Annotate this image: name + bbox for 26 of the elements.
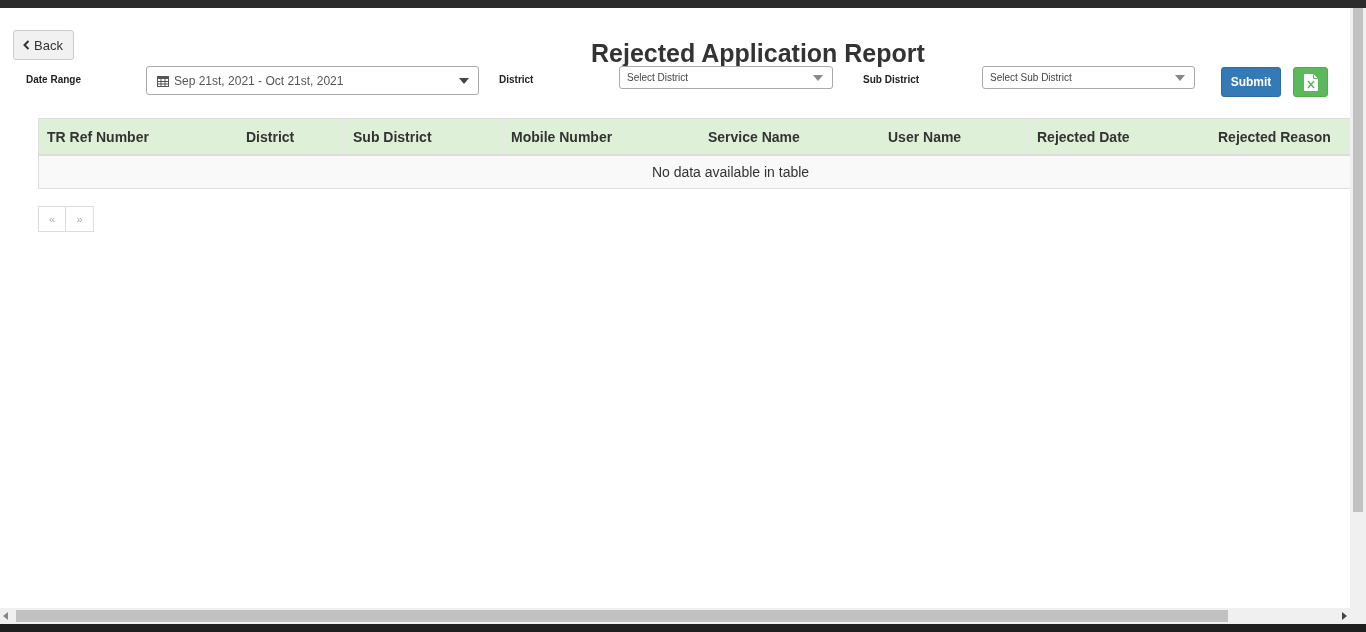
back-button[interactable]: Back xyxy=(13,30,74,60)
vertical-scrollbar[interactable] xyxy=(1350,8,1366,608)
filter-label: Date Range xyxy=(26,74,82,85)
select-dropdown[interactable]: Select Sub District xyxy=(982,66,1195,89)
column-header: TR Ref Number xyxy=(46,127,150,147)
page-title: Rejected Application Report xyxy=(590,39,926,68)
column-header: User Name xyxy=(879,119,1028,154)
spreadsheet-file-icon xyxy=(1303,73,1318,91)
column-header: Rejected Date xyxy=(1028,119,1209,154)
horizontal-scrollbar[interactable] xyxy=(0,608,1366,624)
column-header: District xyxy=(237,119,344,154)
filter-label: Sub District xyxy=(863,74,921,85)
date-range-picker[interactable]: Sep 21st, 2021 - Oct 21st, 2021 xyxy=(146,66,479,95)
excel-export-button[interactable] xyxy=(1293,67,1328,97)
select-dropdown[interactable]: Select District xyxy=(619,66,833,89)
caret-down-icon xyxy=(1175,74,1185,81)
caret-down-icon xyxy=(459,77,469,84)
filter-label: District xyxy=(499,74,535,85)
submit-button[interactable]: Submit xyxy=(1221,67,1281,97)
column-header: Sub District xyxy=(344,119,502,154)
calendar-icon xyxy=(157,74,169,87)
chevron-left-icon xyxy=(23,40,30,50)
empty-table-message: No data available in table xyxy=(651,164,810,180)
column-header: Mobile Number xyxy=(502,119,699,154)
caret-down-icon xyxy=(813,74,823,81)
column-header: Service Name xyxy=(699,119,879,154)
